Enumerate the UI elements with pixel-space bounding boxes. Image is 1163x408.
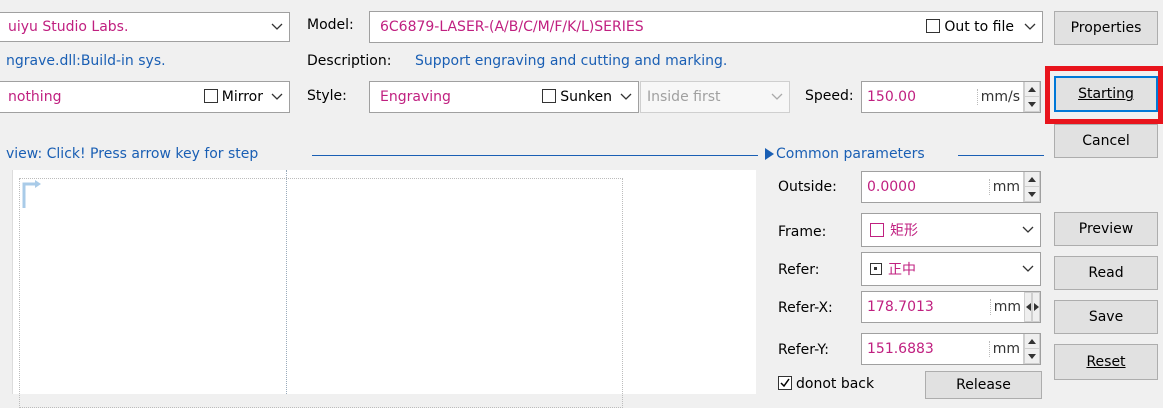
outside-unit: mm [988,179,1023,195]
spin-down-icon[interactable] [1024,96,1040,112]
chevron-down-icon[interactable] [1020,222,1036,238]
release-button-label: Release [956,377,1011,393]
description-label: Description: [307,53,392,69]
preview-canvas[interactable] [12,170,756,408]
vendor-combo[interactable]: uiyu Studio Labs. [0,12,290,42]
save-button-label: Save [1088,309,1124,325]
order-combo[interactable]: Inside first [640,81,790,113]
mirror-label: Mirror [221,89,263,105]
driver-text: ngrave.dll:Build-in sys. [6,53,166,69]
referx-value: 178.7013 [867,299,934,315]
read-button[interactable]: Read [1054,256,1158,290]
refery-label: Refer-Y: [778,342,829,358]
cancel-button[interactable]: Cancel [1054,124,1158,158]
spin-up-icon[interactable] [1024,82,1040,97]
refer-value: 正中 [888,262,916,278]
speed-spinner[interactable] [1023,82,1040,112]
vendor-value: uiyu Studio Labs. [8,19,129,35]
checkbox-icon [926,19,941,33]
sunken-label: Sunken [560,89,612,105]
preview-title: view: Click! Press arrow key for step [6,146,259,162]
origin-corner-icon [22,180,41,208]
spin-right-icon[interactable] [1032,292,1040,322]
speed-input[interactable]: 150.00 mm/s [861,81,1041,113]
preview-page-border [19,178,623,408]
model-value: 6C6879-LASER-(A/B/C/M/F/K/L)SERIES [380,19,644,35]
out-to-file-checkbox[interactable]: Out to file [926,19,1014,35]
style-value: Engraving [380,89,451,105]
spin-down-icon[interactable] [1024,348,1040,364]
starting-button[interactable]: Starting [1054,76,1158,112]
out-to-file-label: Out to file [944,19,1014,35]
checkbox-icon [542,89,557,103]
style-combo[interactable]: Engraving Sunken [369,81,639,113]
release-button[interactable]: Release [925,371,1042,399]
model-label: Model: [307,17,354,33]
referx-label: Refer-X: [778,300,833,316]
chevron-down-icon [769,89,785,105]
common-title-line [958,155,1044,156]
order-value: Inside first [647,89,721,105]
preview-button[interactable]: Preview [1054,212,1158,246]
speed-label: Speed: [805,88,854,104]
speed-unit: mm/s [976,89,1023,105]
refer-label: Refer: [778,262,820,278]
refer-combo[interactable]: 正中 [861,252,1041,286]
center-point-icon [870,263,882,275]
cancel-button-label: Cancel [1082,133,1130,149]
frame-combo[interactable]: 矩形 [861,213,1041,247]
nothing-combo[interactable]: nothing Mirror [0,81,290,113]
expand-triangle-icon[interactable] [765,148,774,164]
referx-spinner[interactable] [1024,292,1040,322]
sunken-checkbox[interactable]: Sunken [542,89,612,105]
read-button-label: Read [1088,265,1124,281]
frame-label: Frame: [778,224,827,240]
properties-button-label: Properties [1070,20,1142,36]
starting-button-label: Starting [1078,86,1134,102]
chevron-down-icon[interactable] [1020,261,1036,277]
checkmark-icon [778,376,792,390]
outside-input[interactable]: 0.0000 mm [861,171,1041,203]
outside-spinner[interactable] [1023,172,1040,202]
save-button[interactable]: Save [1054,300,1158,334]
speed-value: 150.00 [867,89,916,105]
donot-back-checkbox[interactable]: donot back [778,376,874,392]
outside-value: 0.0000 [867,179,916,195]
preview-title-line [312,155,758,156]
referx-unit: mm [989,299,1024,315]
refery-value: 151.6883 [867,341,934,357]
outside-label: Outside: [778,179,837,195]
chevron-down-icon[interactable] [1022,19,1038,35]
mirror-checkbox[interactable]: Mirror [203,89,263,105]
style-label: Style: [307,88,347,104]
refery-unit: mm [988,341,1023,357]
model-combo[interactable]: 6C6879-LASER-(A/B/C/M/F/K/L)SERIES Out t… [369,11,1043,43]
checkbox-icon [203,89,218,103]
spin-up-icon[interactable] [1024,172,1040,187]
donot-back-label: donot back [796,376,875,392]
spin-down-icon[interactable] [1024,186,1040,202]
chevron-down-icon[interactable] [618,89,634,105]
common-params-title: Common parameters [776,146,925,162]
refery-input[interactable]: 151.6883 mm [861,333,1041,365]
referx-input[interactable]: 178.7013 mm [861,291,1041,323]
rectangle-icon [870,223,884,237]
spin-left-icon[interactable] [1024,292,1032,322]
refery-spinner[interactable] [1023,334,1040,364]
spin-up-icon[interactable] [1024,334,1040,349]
properties-button[interactable]: Properties [1054,11,1158,45]
reset-button-label: Reset [1086,354,1126,370]
chevron-down-icon[interactable] [269,19,285,35]
nothing-value: nothing [8,89,62,105]
description-value: Support engraving and cutting and markin… [415,53,728,69]
preview-center-line [286,170,287,394]
chevron-down-icon[interactable] [269,89,285,105]
preview-button-label: Preview [1078,221,1134,237]
frame-value: 矩形 [890,223,918,239]
reset-button[interactable]: Reset [1054,344,1158,380]
